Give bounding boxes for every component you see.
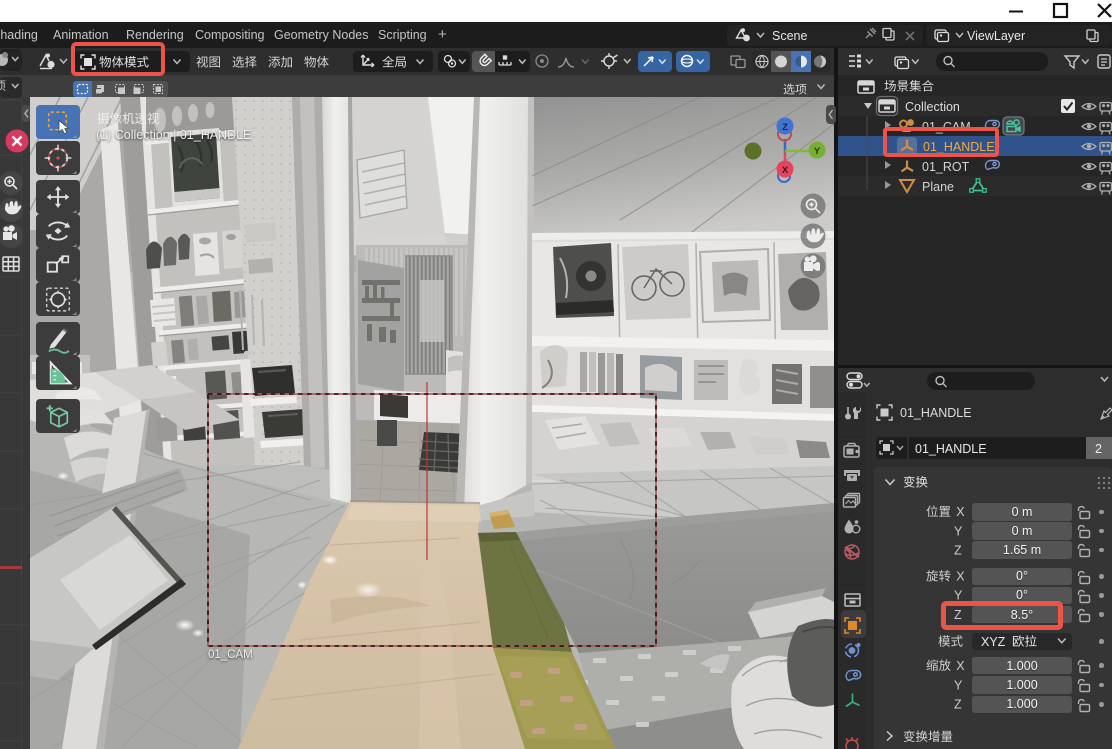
svg-text:Y: Y	[814, 146, 821, 157]
svg-text:X: X	[782, 165, 789, 176]
svg-text:Z: Z	[782, 122, 788, 133]
